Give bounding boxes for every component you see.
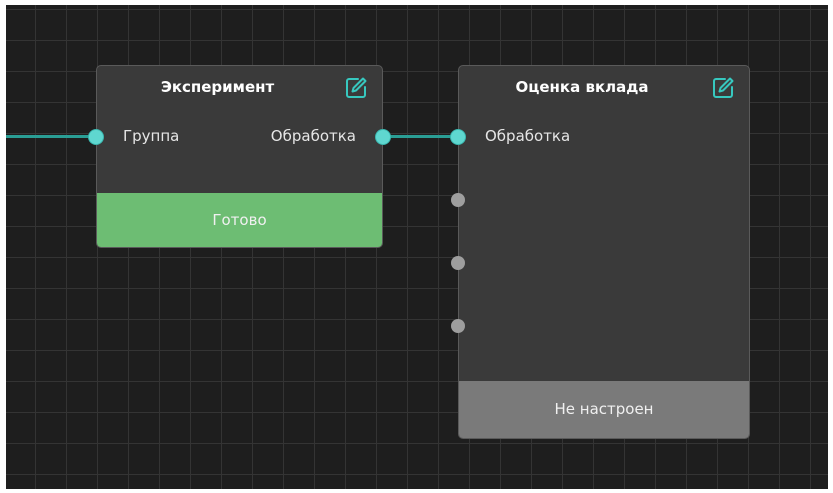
node-experiment[interactable]: Эксперимент Группа Обработка Готово	[89, 65, 390, 248]
output-port-processing[interactable]	[376, 130, 390, 144]
input-port-empty-3[interactable]	[451, 319, 465, 333]
node-title: Эксперимент	[160, 78, 275, 96]
port-label-input: Обработка	[485, 127, 571, 145]
node-title: Оценка вклада	[515, 78, 649, 96]
node-contribution-assessment[interactable]: Оценка вклада Обработка Не настроен	[451, 65, 750, 439]
input-port-group[interactable]	[89, 130, 103, 144]
connection-wire-incoming[interactable]	[6, 135, 92, 138]
workflow-canvas[interactable]: Эксперимент Группа Обработка Готово Оцен…	[6, 5, 828, 489]
status-bar-not-configured: Не настроен	[459, 381, 749, 438]
pencil-edit-icon[interactable]	[711, 76, 735, 100]
input-port-processing[interactable]	[451, 130, 465, 144]
port-label-output: Обработка	[270, 127, 356, 145]
input-port-empty-2[interactable]	[451, 256, 465, 270]
port-label-input: Группа	[123, 127, 180, 145]
connection-wire-experiment-to-assessment[interactable]	[384, 135, 456, 138]
status-bar-ready: Готово	[97, 193, 382, 247]
input-port-empty-1[interactable]	[451, 193, 465, 207]
pencil-edit-icon[interactable]	[344, 76, 368, 100]
